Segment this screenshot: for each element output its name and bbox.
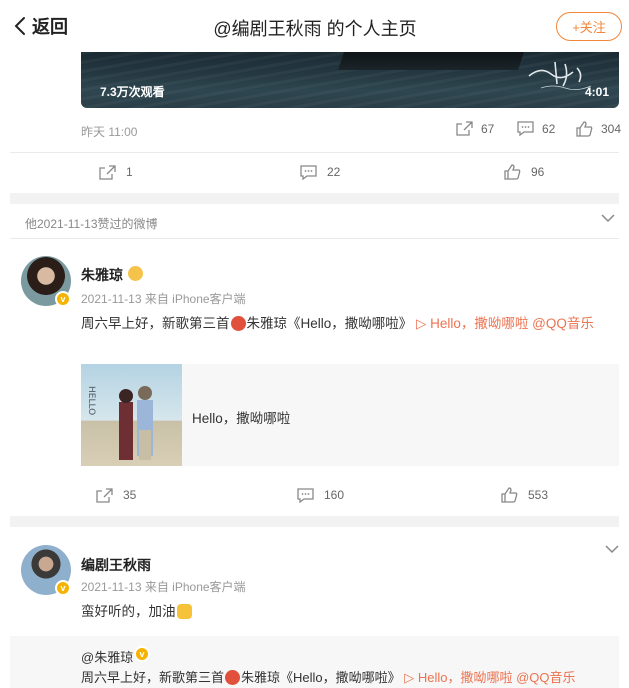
emoji-icon (225, 670, 241, 685)
video-like-button[interactable]: 304 (576, 121, 621, 137)
quoted-music-link[interactable]: ▷ Hello，撒呦哪啦 @QQ音乐 (404, 670, 575, 685)
video-like-count: 304 (601, 122, 622, 136)
liked-section-header: 他2021-11-13赞过的微博 (10, 204, 619, 238)
share-icon (99, 164, 116, 180)
verified-badge-icon: v (55, 580, 71, 596)
post-text-a: 周六早上好，新歌第三首 (81, 316, 230, 331)
like-button[interactable]: 96 (504, 152, 544, 192)
share-icon (456, 121, 473, 136)
repost-count: 1 (126, 165, 133, 179)
thumbs-up-icon (576, 121, 593, 137)
comment-icon (517, 121, 534, 136)
like-button[interactable]: 553 (501, 475, 548, 515)
post-source: 来自 iPhone客户端 (144, 580, 246, 594)
flex-arm-emoji-icon (176, 604, 192, 619)
back-button[interactable]: 返回 (14, 14, 68, 38)
post-timestamp: 昨天 11:00 (81, 125, 138, 139)
verified-badge-icon: v (134, 646, 150, 662)
repost-button[interactable]: 1 (99, 152, 133, 192)
top-nav-bar: 返回 @编剧王秋雨 的个人主页 +关注 (0, 0, 629, 52)
chevron-down-icon[interactable] (605, 544, 619, 554)
post-source: 来自 iPhone客户端 (144, 292, 246, 306)
video-repost-button[interactable]: 67 (456, 121, 494, 136)
post-meta: 2021-11-13 来自 iPhone客户端 (81, 290, 246, 307)
video-duration: 4:01 (584, 85, 609, 99)
comment-button[interactable]: 160 (297, 475, 344, 515)
chevron-left-icon (14, 17, 25, 35)
emoji-icon (230, 316, 246, 331)
share-icon (96, 487, 113, 503)
video-thumbnail[interactable]: 7.3万次观看 4:01 (81, 52, 619, 108)
video-pier-shape (338, 52, 524, 70)
back-label: 返回 (32, 17, 68, 37)
thumbs-up-icon (504, 164, 521, 180)
liked-section-label: 他2021-11-13赞过的微博 (25, 217, 158, 231)
verified-badge-icon: v (55, 291, 71, 307)
post-text: 蛮好听的，加油 (81, 600, 193, 620)
video-comment-count: 62 (542, 121, 556, 136)
video-comment-button[interactable]: 62 (517, 121, 555, 136)
repost-button[interactable]: 35 (96, 475, 136, 515)
comment-icon (300, 164, 317, 180)
like-count: 96 (531, 165, 545, 179)
thumbs-up-icon (501, 487, 518, 503)
post-date: 2021-11-13 (81, 580, 142, 594)
post-author[interactable]: 编剧王秋雨 (81, 555, 151, 575)
comment-icon (297, 487, 314, 503)
like-count: 553 (528, 488, 549, 502)
music-card[interactable]: HELLO Hello，撒呦哪啦 (81, 364, 619, 466)
comment-button[interactable]: 22 (300, 152, 340, 192)
quoted-post[interactable]: @朱雅琼 v 周六早上好，新歌第三首 朱雅琼《Hello，撒呦哪啦》 ▷ Hell… (10, 636, 619, 688)
post-text: 周六早上好，新歌第三首 朱雅琼《Hello，撒呦哪啦》 ▷ Hello，撒呦哪啦 … (81, 312, 594, 332)
post-text-b: 朱雅琼《Hello，撒呦哪啦》 (246, 316, 413, 331)
video-view-count: 7.3万次观看 (100, 85, 165, 99)
post-author[interactable]: 朱雅琼 (81, 265, 123, 285)
section-gap (10, 193, 619, 204)
chevron-down-icon[interactable] (601, 213, 615, 223)
divider (10, 238, 619, 239)
follow-button[interactable]: +关注 (556, 12, 622, 41)
member-crown-icon (128, 266, 143, 281)
post-date: 2021-11-13 (81, 292, 142, 306)
quoted-author[interactable]: @朱雅琼 (81, 647, 133, 666)
post-action-bar: 35 160 553 (10, 475, 619, 515)
comment-count: 22 (327, 165, 341, 179)
quoted-text-a: 周六早上好，新歌第三首 (81, 670, 225, 685)
post-action-bar: 1 22 96 (10, 152, 619, 192)
section-gap (10, 516, 619, 527)
album-cover: HELLO (81, 364, 182, 466)
post-text-body: 蛮好听的，加油 (81, 604, 176, 619)
video-repost-count: 67 (481, 121, 495, 136)
svg-text:HELLO: HELLO (86, 386, 96, 415)
album-cover-art: HELLO (86, 386, 153, 460)
post-meta: 2021-11-13 来自 iPhone客户端 (81, 578, 246, 595)
quoted-text-b: 朱雅琼《Hello，撒呦哪啦》 (241, 670, 401, 685)
music-link[interactable]: ▷ Hello，撒呦哪啦 @QQ音乐 (416, 316, 594, 331)
quoted-text: 周六早上好，新歌第三首 朱雅琼《Hello，撒呦哪啦》 ▷ Hello，撒呦哪啦 … (81, 667, 576, 686)
music-card-title: Hello，撒呦哪啦 (192, 411, 291, 426)
repost-count: 35 (123, 488, 137, 502)
comment-count: 160 (324, 488, 345, 502)
page-title: @编剧王秋雨 的个人主页 (213, 19, 417, 39)
